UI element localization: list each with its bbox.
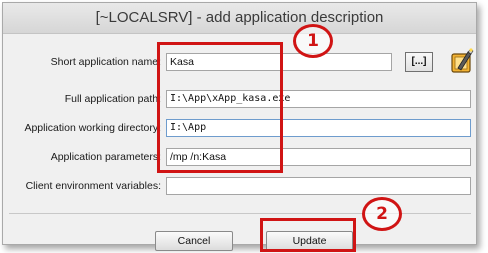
callout-1: 1 — [293, 24, 333, 58]
highlight-box-update — [260, 218, 356, 252]
cancel-button[interactable]: Cancel — [155, 231, 233, 251]
short-name-label: Short application name: — [50, 56, 161, 68]
full-path-label: Full application path: — [64, 93, 161, 105]
highlight-box-fields — [157, 42, 283, 173]
working-dir-label: Application working directory: — [24, 122, 161, 134]
application-wizard-icon[interactable] — [449, 47, 475, 75]
env-vars-label: Client environment variables: — [25, 180, 161, 192]
window-title: [~LOCALSRV] - add application descriptio… — [3, 3, 476, 34]
browse-button[interactable]: [...] — [405, 52, 433, 72]
parameters-label: Application parameters: — [50, 151, 161, 163]
callout-2: 2 — [362, 197, 402, 231]
env-vars-input[interactable] — [166, 177, 471, 195]
